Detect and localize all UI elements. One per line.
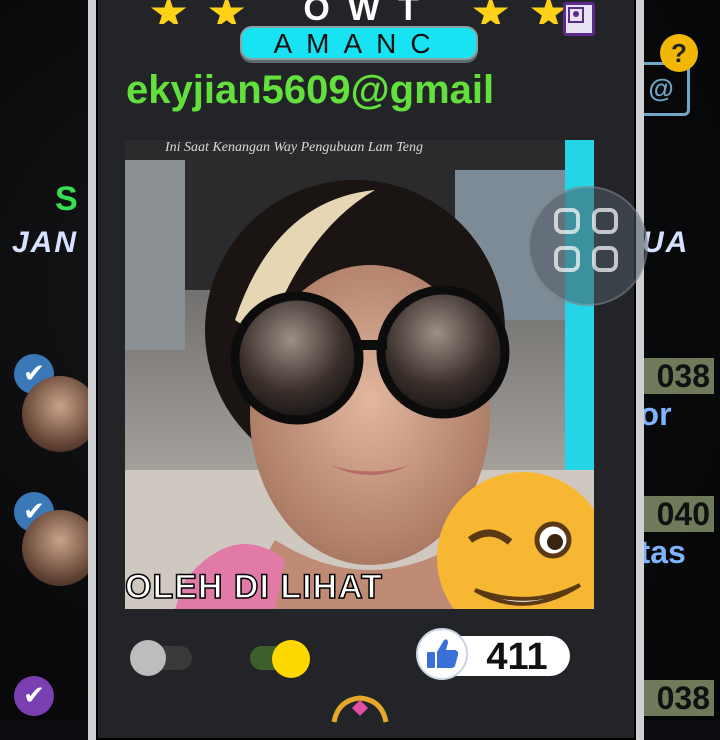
toggle-knob: [272, 640, 310, 678]
like-button[interactable]: 411: [416, 628, 570, 680]
grid-square-icon: [592, 208, 618, 234]
photo-caption-bottom: OLEH DI LIHAT: [124, 567, 383, 607]
avatar: [22, 376, 98, 452]
star-icon: ★: [206, 0, 247, 24]
bg-banner-left: S: [55, 180, 80, 218]
like-count: 411: [472, 636, 562, 678]
verified-check-icon: ✔: [14, 676, 54, 716]
bg-subbanner-left: JAN: [12, 226, 79, 259]
photo-frame-icon[interactable]: [563, 2, 595, 36]
floating-menu-button[interactable]: [528, 186, 648, 306]
star-icon: ★: [148, 0, 189, 24]
toggle-switch-off[interactable]: [130, 640, 192, 676]
help-button[interactable]: ?: [660, 34, 698, 72]
thumbs-up-icon: [416, 628, 468, 680]
profile-photo[interactable]: Ini Saat Kenangan Way Pengubuan Lam Teng: [125, 140, 594, 609]
toggle-switch-on[interactable]: [250, 640, 310, 678]
email-label: ekyjian5609@gmail: [126, 68, 495, 112]
photo-caption-top: Ini Saat Kenangan Way Pengubuan Lam Teng: [165, 140, 423, 155]
avatar: [22, 510, 98, 586]
toggle-knob: [130, 640, 166, 676]
star-icon: ★: [470, 0, 511, 24]
card-title: OWT: [303, 0, 437, 28]
grid-square-icon: [592, 246, 618, 272]
card-subtitle-pill: AMANC: [240, 26, 478, 60]
grid-square-icon: [554, 246, 580, 272]
grid-square-icon: [554, 208, 580, 234]
